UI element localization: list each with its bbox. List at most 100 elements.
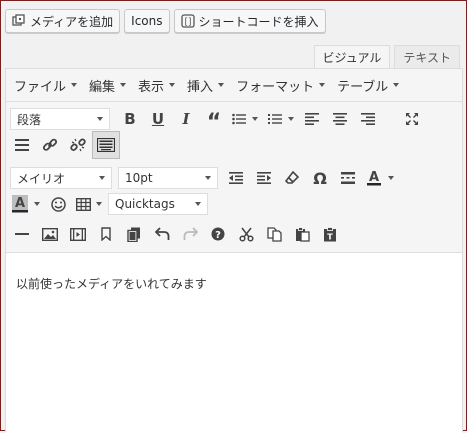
horizontal-line-button[interactable] [8, 220, 36, 248]
remove-link-button[interactable] [64, 131, 92, 159]
menu-edit-label: 編集 [89, 79, 116, 95]
svg-text:A: A [369, 170, 379, 185]
editor-frame: メディアを追加 Icons [] ショートコードを挿入 ビジュアル テキスト フ… [0, 0, 467, 433]
icons-button[interactable]: Icons [124, 9, 170, 33]
tab-text[interactable]: テキスト [394, 45, 460, 68]
insert-image-button[interactable] [36, 220, 64, 248]
help-button[interactable]: ? [204, 220, 232, 248]
lines-icon [15, 139, 29, 151]
shortcode-icon: [] [180, 14, 195, 28]
align-left-button[interactable] [298, 105, 326, 133]
menu-format[interactable]: フォーマット [230, 76, 331, 95]
chevron-down-icon [319, 83, 326, 87]
paste-text-button[interactable]: T [316, 220, 344, 248]
help-icon: ? [211, 227, 225, 241]
chevron-down-icon [120, 83, 127, 87]
toolbar-row-1: 段落 B U I “ [10, 105, 426, 135]
outdent-button[interactable] [222, 164, 250, 192]
editor-content-area[interactable]: 以前使ったメディアをいれてみます [6, 252, 462, 433]
italic-icon: I [182, 110, 190, 128]
italic-button[interactable]: I [172, 105, 200, 133]
menu-table-label: テーブル [337, 79, 389, 95]
keyboard-icon [97, 138, 115, 152]
template-button[interactable] [120, 220, 148, 248]
font-size-select[interactable]: 10pt [118, 167, 218, 189]
align-right-icon [361, 113, 375, 125]
quicktags-select[interactable]: Quicktags [108, 193, 208, 215]
horizontal-rule-menu-button[interactable] [8, 131, 36, 159]
insert-link-button[interactable] [36, 131, 64, 159]
menu-file[interactable]: ファイル [8, 76, 83, 95]
add-media-button[interactable]: メディアを追加 [5, 9, 121, 33]
special-character-button[interactable]: Ω [306, 164, 334, 192]
undo-button[interactable] [148, 220, 176, 248]
svg-text:?: ? [215, 230, 221, 241]
svg-text:T: T [327, 232, 333, 241]
numbered-list-dropdown-icon[interactable] [288, 117, 294, 121]
table-dropdown-icon[interactable] [96, 202, 102, 206]
cut-button[interactable] [232, 220, 260, 248]
copy-icon [266, 226, 282, 242]
undo-icon [154, 227, 169, 240]
table-button[interactable] [72, 190, 94, 218]
chevron-down-icon [71, 83, 78, 87]
paste-button[interactable] [288, 220, 316, 248]
eraser-icon [285, 171, 299, 184]
insert-video-button[interactable] [64, 220, 92, 248]
toolbar-row-3: メイリオ 10pt Ω A [10, 164, 394, 192]
blockquote-button[interactable]: “ [200, 105, 228, 135]
format-select-value: 段落 [17, 112, 42, 127]
bullet-list-icon [232, 113, 246, 125]
menu-edit[interactable]: 編集 [83, 76, 132, 95]
indent-button[interactable] [250, 164, 278, 192]
numbered-list-icon [268, 114, 282, 124]
scissors-icon [238, 227, 254, 242]
chevron-down-icon [195, 202, 201, 206]
bold-button[interactable]: B [116, 105, 144, 133]
toolbar-row-5: ? T [8, 220, 344, 248]
shortcode-label: ショートコードを挿入 [198, 14, 319, 29]
background-color-button[interactable]: A [8, 190, 32, 218]
menu-table[interactable]: テーブル [331, 76, 405, 95]
icons-label: Icons [131, 14, 163, 28]
bullet-list-button[interactable] [228, 105, 250, 133]
chevron-down-icon [393, 83, 400, 87]
emoticons-button[interactable] [44, 190, 72, 218]
align-right-button[interactable] [354, 105, 382, 133]
chevron-down-icon [99, 176, 105, 180]
content-paragraph[interactable]: 以前使ったメディアをいれてみます [16, 275, 207, 292]
format-select[interactable]: 段落 [10, 108, 110, 130]
anchor-button[interactable] [92, 220, 120, 248]
editor-tabs: ビジュアル テキスト [313, 45, 460, 68]
fullscreen-button[interactable] [398, 105, 426, 133]
paste-icon [295, 226, 310, 242]
chevron-down-icon [169, 83, 176, 87]
toolbar-toggle-button[interactable] [92, 131, 120, 159]
text-color-dropdown-icon[interactable] [388, 176, 394, 180]
quote-icon: “ [206, 110, 222, 135]
background-color-dropdown-icon[interactable] [34, 202, 40, 206]
video-icon [70, 227, 86, 241]
media-buttons: メディアを追加 Icons [] ショートコードを挿入 [5, 9, 326, 33]
underline-button[interactable]: U [144, 105, 172, 133]
quicktags-value: Quicktags [115, 197, 175, 211]
toolbar-row-2 [8, 131, 120, 159]
menu-view[interactable]: 表示 [132, 76, 181, 95]
tab-visual[interactable]: ビジュアル [313, 45, 391, 68]
numbered-list-button[interactable] [264, 105, 286, 133]
align-center-button[interactable] [326, 105, 354, 133]
align-left-icon [305, 113, 319, 125]
clear-formatting-button[interactable] [278, 164, 306, 192]
insert-shortcode-button[interactable]: [] ショートコードを挿入 [173, 9, 326, 33]
documents-icon [127, 227, 140, 242]
bullet-list-dropdown-icon[interactable] [252, 117, 258, 121]
page-break-button[interactable] [334, 164, 362, 192]
text-color-button[interactable]: A [362, 164, 386, 192]
redo-icon [183, 227, 198, 240]
menu-insert[interactable]: 挿入 [181, 76, 230, 95]
copy-button[interactable] [260, 220, 288, 248]
add-media-label: メディアを追加 [30, 14, 114, 29]
chevron-down-icon [218, 83, 225, 87]
redo-button[interactable] [176, 220, 204, 248]
font-family-select[interactable]: メイリオ [10, 167, 112, 189]
